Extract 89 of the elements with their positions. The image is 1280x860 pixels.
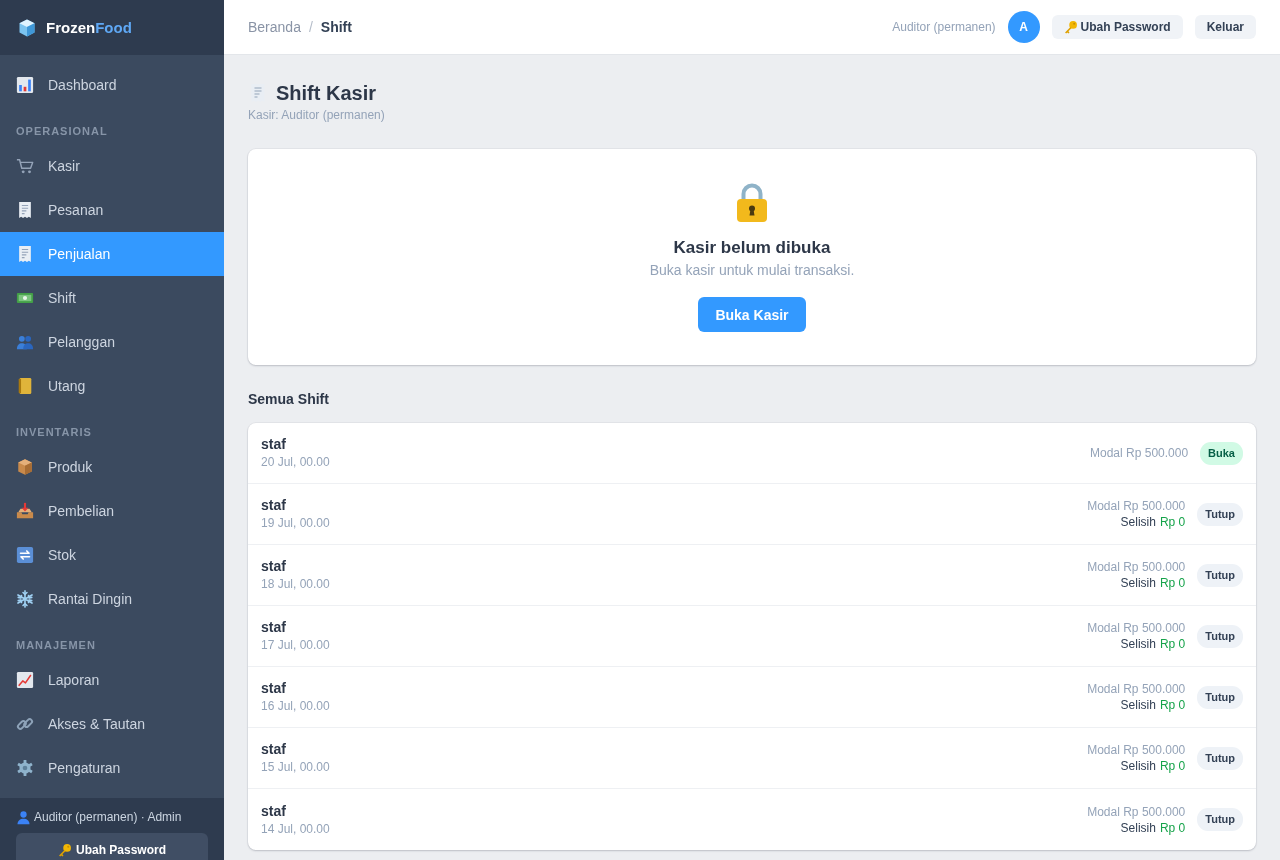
difference-label: Selisih bbox=[1120, 758, 1156, 774]
key-icon bbox=[58, 843, 72, 857]
line-chart-icon bbox=[16, 671, 34, 689]
difference-label: Selisih bbox=[1120, 575, 1156, 591]
shift-time: 15 Jul, 00.00 bbox=[261, 760, 330, 775]
opening-balance: Modal Rp 500.000 bbox=[1090, 445, 1189, 461]
shift-time: 17 Jul, 00.00 bbox=[261, 638, 330, 653]
sidebar-item[interactable]: Rantai Dingin bbox=[0, 577, 224, 621]
shift-user-name: staf bbox=[261, 436, 286, 453]
opening-balance: Modal Rp 500.000 bbox=[1087, 620, 1186, 636]
difference-value: Rp 0 bbox=[1159, 575, 1186, 591]
difference-value: Rp 0 bbox=[1159, 514, 1186, 530]
sidebar-section-heading: MANAJEMEN bbox=[16, 639, 96, 652]
sidebar-item[interactable]: Laporan bbox=[0, 658, 224, 702]
link-icon bbox=[16, 715, 34, 733]
breadcrumb-link[interactable]: Beranda bbox=[248, 19, 301, 35]
user-icon bbox=[16, 810, 31, 825]
sidebar-section-heading: INVENTARIS bbox=[16, 426, 92, 439]
status-badge: Tutup bbox=[1197, 685, 1243, 709]
receipt-icon bbox=[16, 245, 34, 263]
shift-user-name: staf bbox=[261, 802, 286, 820]
status-badge: Tutup bbox=[1197, 808, 1243, 831]
sidebar-user-label: Auditor (permanen) · Admin bbox=[34, 810, 182, 825]
sidebar-item[interactable]: Produk bbox=[0, 445, 224, 489]
sidebar-item[interactable]: Dashboard bbox=[0, 63, 224, 107]
snowflake-icon bbox=[16, 590, 34, 608]
difference-value: Rp 0 bbox=[1159, 819, 1186, 836]
inbox-tray-icon bbox=[16, 502, 34, 520]
opening-balance: Modal Rp 500.000 bbox=[1087, 498, 1186, 514]
box-icon bbox=[16, 458, 34, 476]
user-name: Auditor (permanen) bbox=[892, 20, 996, 34]
shift-user-name: staf bbox=[261, 497, 286, 514]
sidebar-item[interactable]: Stok bbox=[0, 533, 224, 577]
difference-value: Rp 0 bbox=[1159, 636, 1186, 652]
key-icon bbox=[1063, 20, 1078, 34]
status-badge: Tutup bbox=[1197, 563, 1243, 587]
notebook-icon bbox=[16, 377, 34, 395]
arrows-icon bbox=[16, 546, 34, 564]
change-password-button[interactable]: Ubah Password bbox=[1051, 15, 1183, 39]
breadcrumb-separator: / bbox=[308, 19, 313, 35]
brand-name: FrozenFood bbox=[46, 18, 132, 37]
difference-label: Selisih bbox=[1120, 697, 1156, 713]
section-heading: Semua Shift bbox=[248, 391, 329, 407]
sidebar-section-heading: OPERASIONAL bbox=[16, 125, 108, 138]
sidebar-item[interactable]: Pesanan bbox=[0, 188, 224, 232]
settings-icon bbox=[16, 759, 34, 777]
status-badge: Tutup bbox=[1197, 624, 1243, 648]
difference-label: Selisih bbox=[1120, 514, 1156, 530]
cube-icon bbox=[17, 17, 37, 38]
shift-time: 16 Jul, 00.00 bbox=[261, 699, 330, 714]
shift-time: 18 Jul, 00.00 bbox=[261, 577, 330, 592]
status-badge: Buka bbox=[1200, 441, 1243, 465]
lock-icon bbox=[734, 182, 770, 222]
difference-value: Rp 0 bbox=[1159, 758, 1186, 774]
breadcrumb-current: Shift bbox=[320, 19, 352, 35]
sidebar-item[interactable]: Utang bbox=[0, 364, 224, 408]
difference-value: Rp 0 bbox=[1159, 697, 1186, 713]
shift-time: 20 Jul, 00.00 bbox=[261, 455, 330, 470]
bar-chart-icon bbox=[16, 76, 34, 94]
shift-time: 14 Jul, 00.00 bbox=[261, 821, 330, 837]
sidebar-item[interactable]: Akses & Tautan bbox=[0, 702, 224, 746]
sidebar-item[interactable]: Shift bbox=[0, 276, 224, 320]
shopping-cart-icon bbox=[16, 157, 34, 175]
change-password-button[interactable]: Ubah Password bbox=[16, 833, 208, 860]
difference-label: Selisih bbox=[1120, 819, 1156, 836]
shift-time: 19 Jul, 00.00 bbox=[261, 516, 330, 531]
difference-label: Selisih bbox=[1120, 636, 1156, 652]
opening-balance: Modal Rp 500.000 bbox=[1087, 559, 1186, 575]
user-avatar: A bbox=[1007, 11, 1040, 43]
sidebar-item[interactable]: Kasir bbox=[0, 144, 224, 188]
sidebar-item[interactable]: Pengaturan bbox=[0, 746, 224, 790]
opening-balance: Modal Rp 500.000 bbox=[1087, 742, 1186, 758]
opening-balance: Modal Rp 500.000 bbox=[1087, 803, 1186, 820]
status-badge: Tutup bbox=[1197, 746, 1243, 770]
shift-user-name: staf bbox=[261, 741, 286, 758]
logout-button[interactable]: Keluar bbox=[1194, 15, 1256, 39]
sidebar-item[interactable]: Pelanggan bbox=[0, 320, 224, 364]
shift-user-name: staf bbox=[261, 619, 286, 636]
page-title: Shift Kasir bbox=[276, 81, 377, 105]
opening-balance: Modal Rp 500.000 bbox=[1087, 681, 1186, 697]
people-icon bbox=[16, 333, 34, 351]
page-subtitle: Kasir: Auditor (permanen) bbox=[248, 108, 385, 122]
status-badge: Tutup bbox=[1197, 502, 1243, 526]
shift-user-name: staf bbox=[261, 680, 286, 697]
register-status-title: Kasir belum dibuka bbox=[673, 238, 831, 258]
shift-user-name: staf bbox=[261, 558, 286, 575]
sidebar-item[interactable]: Pembelian bbox=[0, 489, 224, 533]
receipt-icon bbox=[16, 201, 34, 219]
register-status-message: Buka kasir untuk mulai transaksi. bbox=[649, 262, 855, 279]
